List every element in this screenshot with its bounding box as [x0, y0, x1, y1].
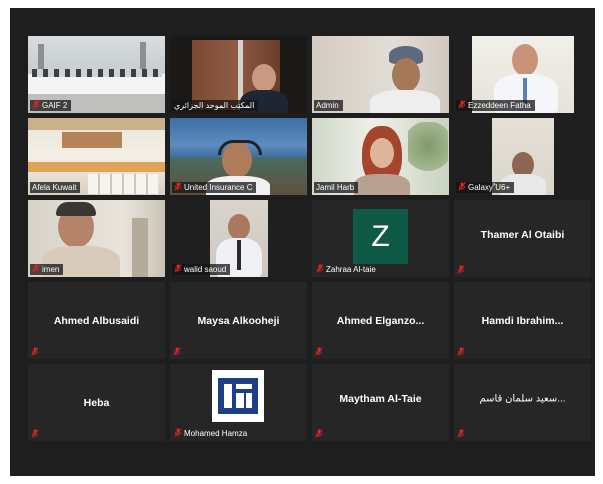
participant-tile[interactable]: imen [28, 200, 165, 277]
participant-name-label: المكتب الموحد الجزائري [172, 100, 259, 111]
microphone-muted-icon [457, 347, 465, 356]
microphone-muted-icon [315, 347, 323, 356]
participant-tile[interactable]: سعيد سلمان قاسم... [454, 364, 591, 441]
company-logo [212, 370, 264, 422]
participant-tile[interactable]: Afela Kuwait [28, 118, 165, 195]
participant-name: Hamdi Ibrahim... [481, 314, 564, 327]
participant-name-label: walid saoud [172, 264, 231, 275]
microphone-muted-icon [32, 100, 40, 109]
participant-name-label: Admin [314, 100, 343, 111]
participant-name: Maytham Al-Taie [339, 392, 422, 405]
participant-tile[interactable]: Thamer Al Otaibi [454, 200, 591, 277]
participant-tile[interactable]: Ahmed Elganzo... [312, 282, 449, 359]
meeting-gallery-view: GAIF 2 المكتب الموحد الجزائري Admin Ezze… [10, 8, 595, 476]
microphone-muted-icon [174, 428, 182, 437]
participant-name: Thamer Al Otaibi [480, 228, 565, 241]
participant-name-label: Jamil Harb [314, 182, 359, 193]
participant-name-label: Galaxy ٌU6+ [456, 182, 515, 193]
participant-tile[interactable]: United Insurance C [170, 118, 307, 195]
microphone-muted-icon [173, 347, 181, 356]
participant-tile[interactable]: Ezzeddeen Fatha [454, 36, 591, 113]
participant-name-label: imen [30, 264, 64, 275]
participant-tile[interactable]: Hamdi Ibrahim... [454, 282, 591, 359]
participant-name: Heba [83, 396, 110, 409]
participant-name-label: Zahraa Al-taie [314, 264, 380, 275]
participant-name: Ahmed Elganzo... [336, 314, 425, 327]
participant-tile[interactable]: Maytham Al-Taie [312, 364, 449, 441]
microphone-muted-icon [174, 264, 182, 273]
microphone-muted-icon [31, 429, 39, 438]
microphone-muted-icon [316, 264, 324, 273]
microphone-muted-icon [457, 265, 465, 274]
participant-tile[interactable]: Galaxy ٌU6+ [454, 118, 591, 195]
microphone-muted-icon [457, 429, 465, 438]
participant-tile[interactable]: Heba [28, 364, 165, 441]
microphone-muted-icon [315, 429, 323, 438]
participant-name-label: Afela Kuwait [30, 182, 81, 193]
microphone-muted-icon [458, 100, 466, 109]
microphone-muted-icon [458, 182, 466, 191]
participant-name: Maysa Alkooheji [197, 314, 280, 327]
participant-name: سعيد سلمان قاسم... [479, 393, 566, 405]
participant-tile[interactable]: Maysa Alkooheji [170, 282, 307, 359]
participant-tile[interactable]: Mohamed Hamza [170, 364, 307, 441]
insurance-logo-icon [218, 378, 258, 414]
participant-tile[interactable]: المكتب الموحد الجزائري [170, 36, 307, 113]
microphone-muted-icon [32, 264, 40, 273]
microphone-muted-icon [174, 182, 182, 191]
participant-name-label: United Insurance C [172, 182, 257, 193]
participant-tile[interactable]: Ahmed Albusaidi [28, 282, 165, 359]
avatar: Z [353, 209, 408, 264]
participant-tile[interactable]: Z Zahraa Al-taie [312, 200, 449, 277]
participant-name-label: Mohamed Hamza [172, 428, 251, 439]
participant-tile[interactable]: walid saoud [170, 200, 307, 277]
participant-tile[interactable]: GAIF 2 [28, 36, 165, 113]
participant-name-label: GAIF 2 [30, 100, 72, 111]
participant-name: Ahmed Albusaidi [53, 314, 140, 327]
participant-name-label: Ezzeddeen Fatha [456, 100, 535, 111]
participant-tile[interactable]: Admin [312, 36, 449, 113]
microphone-muted-icon [31, 347, 39, 356]
participant-tile[interactable]: Jamil Harb [312, 118, 449, 195]
